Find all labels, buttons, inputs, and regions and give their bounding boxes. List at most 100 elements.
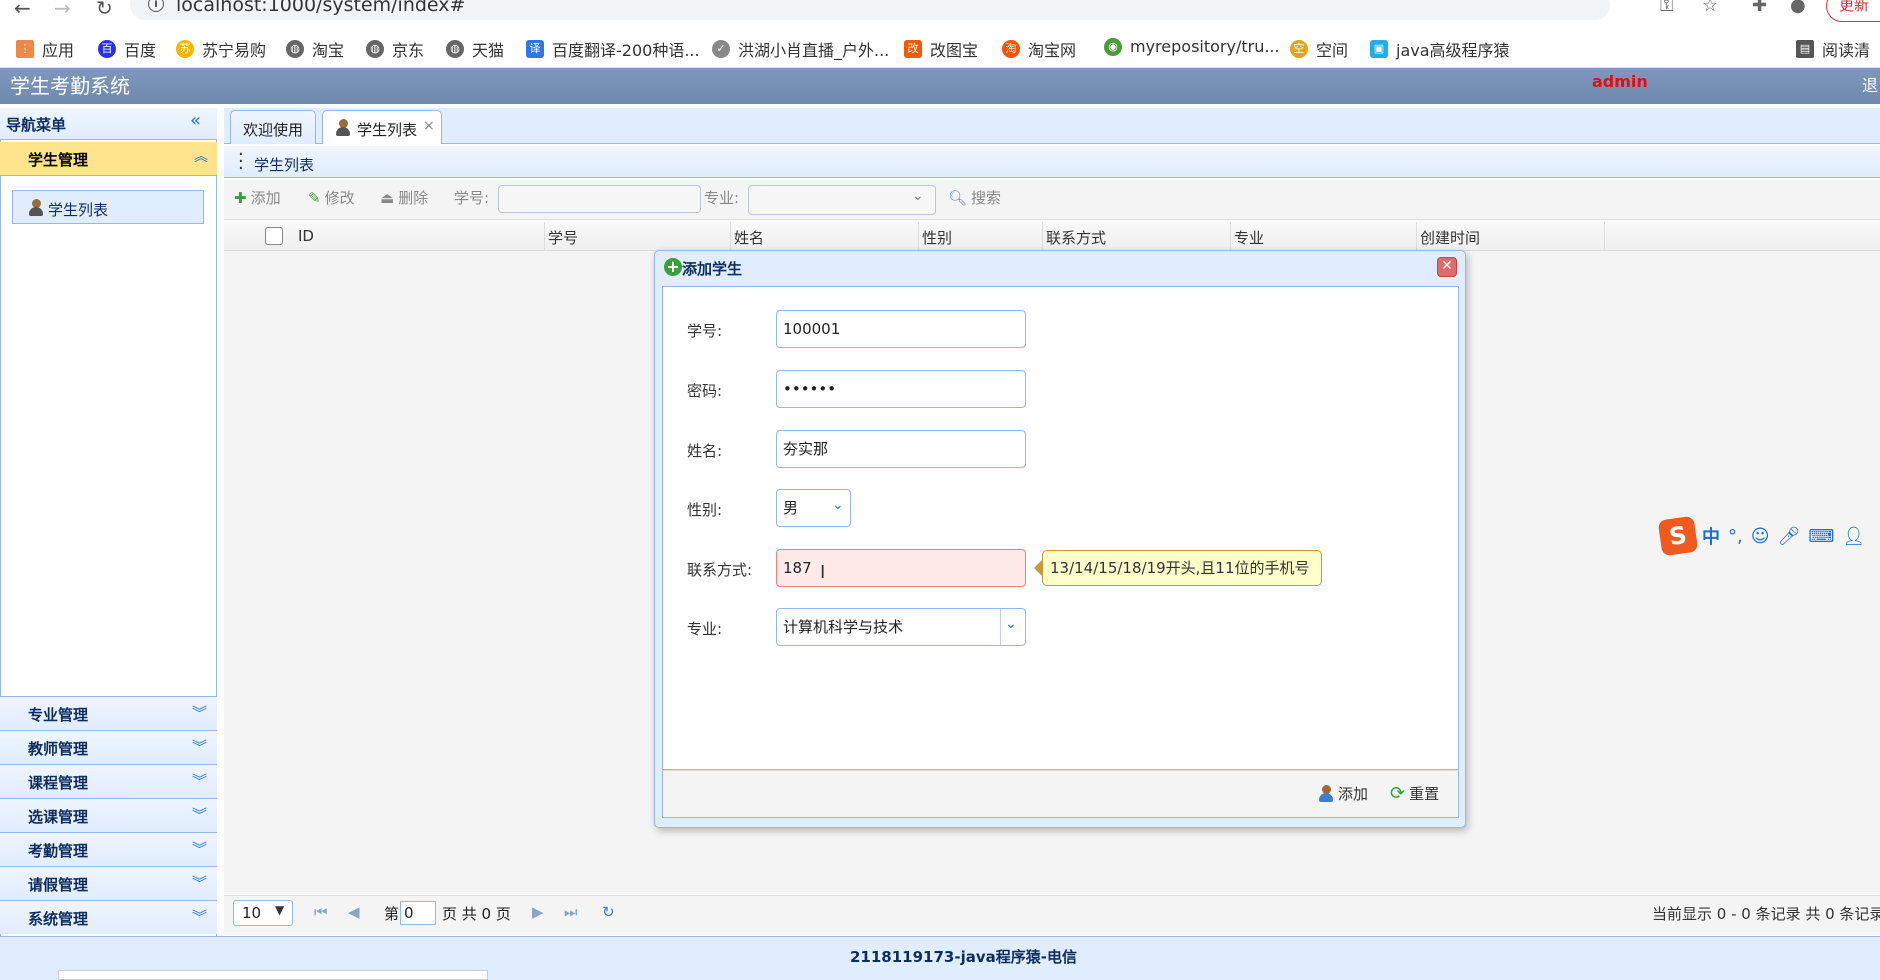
update-button[interactable]: 更新	[1826, 0, 1880, 22]
keyboard-icon[interactable]: ⌨	[1808, 526, 1834, 547]
bookmark-baidu[interactable]: 百百度	[98, 37, 156, 61]
extensions-icon[interactable]: ✚	[1752, 0, 1767, 16]
chevron-down-icon[interactable]: ︾	[192, 838, 207, 859]
user-icon[interactable]: 👤︎	[1842, 526, 1865, 547]
key-icon[interactable]: ⚿	[1660, 0, 1674, 16]
column-header-gender[interactable]: 性别	[922, 227, 952, 248]
select-all-checkbox[interactable]	[265, 227, 283, 245]
reload-icon[interactable]: ↻	[96, 0, 113, 20]
bookmark-suning[interactable]: 苏苏宁易购	[176, 37, 266, 61]
password-input[interactable]: ••••••	[776, 370, 1026, 408]
sogou-logo-icon[interactable]: S	[1657, 515, 1699, 557]
bookmark-jd[interactable]: ◍ 京东	[366, 37, 424, 61]
globe-icon: ◍	[366, 40, 384, 58]
search-button[interactable]: 🔍︎ 搜索	[948, 187, 1001, 208]
bookmark-live[interactable]: ✓ 洪湖小肖直播_户外...	[712, 37, 889, 61]
phone-input[interactable]: 187	[776, 549, 1026, 587]
prev-page-icon[interactable]: ◀	[348, 903, 360, 921]
logout-link[interactable]: 退	[1862, 72, 1878, 96]
tab-welcome[interactable]: 欢迎使用	[230, 110, 316, 144]
column-header-sn[interactable]: 学号	[548, 227, 578, 248]
space-icon: 空	[1290, 40, 1308, 58]
search-icon: 🔍︎	[948, 188, 968, 207]
chevron-up-icon[interactable]: ︽	[194, 146, 208, 166]
first-page-icon[interactable]: ⏮	[314, 903, 328, 921]
collapse-icon[interactable]: «	[190, 110, 201, 131]
dialog-add-button[interactable]: 添加	[1318, 783, 1368, 804]
delete-button[interactable]: ⏏ 删除	[380, 187, 428, 208]
bookmark-taobao[interactable]: ◍ 淘宝	[286, 37, 344, 61]
search-sn-input[interactable]	[498, 185, 701, 213]
chevron-down-icon[interactable]: ⌄	[1005, 616, 1017, 632]
column-header-major[interactable]: 专业	[1234, 227, 1264, 248]
url-text[interactable]: localhost:1000/system/index#	[176, 0, 465, 16]
bookmark-gaitubao[interactable]: 改改图宝	[904, 37, 978, 61]
column-header-id[interactable]: ID	[298, 227, 314, 245]
microphone-icon[interactable]: 🎤︎	[1778, 526, 1801, 547]
pager-info: 当前显示 0 - 0 条记录 共 0 条记录	[1652, 905, 1880, 923]
bookmark-space[interactable]: 空空间	[1290, 37, 1348, 61]
accordion-teacher-management[interactable]: 教师管理 ︾	[0, 730, 217, 764]
chevron-down-icon[interactable]: ︾	[192, 906, 207, 927]
close-icon[interactable]: ✕	[1437, 257, 1457, 277]
translate-icon: 译	[526, 40, 544, 58]
taskbar-window[interactable]	[58, 970, 488, 980]
app-title: 学生考勤系统	[10, 74, 130, 98]
search-sn-label: 学号:	[454, 189, 490, 207]
chevron-down-icon[interactable]: ⌄	[832, 497, 844, 513]
forward-icon[interactable]: →	[54, 0, 71, 20]
accordion-system-management[interactable]: 系统管理 ︾	[0, 900, 217, 934]
bookmarks-bar: ⋮ 应用 百百度 苏苏宁易购 ◍ 淘宝 ◍ 京东 ◍ 天猫 译百度翻译-200种语...…	[0, 28, 1880, 68]
column-header-created[interactable]: 创建时间	[1420, 227, 1480, 248]
refresh-icon[interactable]: ↻	[602, 903, 615, 921]
taobao-icon: 淘	[1002, 40, 1020, 58]
accordion-leave-management[interactable]: 请假管理 ︾	[0, 866, 217, 900]
chevron-down-icon[interactable]: ︾	[192, 804, 207, 825]
bookmark-tmall[interactable]: ◍ 天猫	[446, 37, 504, 61]
close-icon[interactable]: ×	[423, 118, 435, 134]
ime-mode[interactable]: 中	[1702, 523, 1720, 549]
back-icon[interactable]: ←	[14, 0, 31, 20]
major-select[interactable]: 计算机科学与技术	[776, 608, 1026, 646]
accordion-course-management[interactable]: 课程管理 ︾	[0, 764, 217, 798]
chevron-down-icon[interactable]: ︾	[192, 872, 207, 893]
add-button[interactable]: ✚ 添加	[234, 187, 281, 208]
punctuation-icon[interactable]: °,	[1728, 526, 1743, 547]
chevron-down-icon[interactable]: ⌄	[912, 188, 924, 204]
bookmark-java[interactable]: ▣ java高级程序猿	[1370, 37, 1510, 61]
accordion-selection-management[interactable]: 选课管理 ︾	[0, 798, 217, 832]
ime-toolbar[interactable]: S 中 °, ☺ 🎤︎ ⌨ 👤︎	[1657, 515, 1880, 557]
search-major-label: 专业:	[704, 189, 740, 207]
column-header-name[interactable]: 姓名	[734, 227, 764, 248]
star-icon[interactable]: ☆	[1702, 0, 1718, 16]
bookmark-apps[interactable]: ⋮ 应用	[16, 37, 74, 61]
column-header-phone[interactable]: 联系方式	[1046, 227, 1106, 248]
accordion-major-management[interactable]: 专业管理 ︾	[0, 696, 217, 730]
profile-icon[interactable]: ●	[1790, 0, 1806, 16]
page-number-input[interactable]: 0	[400, 901, 436, 925]
name-input[interactable]: 夯实那	[776, 430, 1026, 468]
sn-input[interactable]: 100001	[776, 310, 1026, 348]
bookmark-repository[interactable]: ◉ myrepository/tru...	[1104, 37, 1280, 56]
major-filter-select[interactable]	[748, 185, 936, 215]
emoji-icon[interactable]: ☺	[1751, 526, 1770, 547]
phone-label: 联系方式:	[687, 561, 753, 579]
pencil-icon: ✎	[308, 188, 321, 207]
accordion-attendance-management[interactable]: 考勤管理 ︾	[0, 832, 217, 866]
major-label: 专业:	[687, 620, 723, 638]
chevron-down-icon[interactable]: ︾	[192, 702, 207, 723]
next-page-icon[interactable]: ▶	[532, 903, 544, 921]
bookmark-baidu-translate[interactable]: 译百度翻译-200种语...	[526, 37, 700, 61]
last-page-icon[interactable]: ⏭	[564, 903, 578, 921]
user-icon	[335, 119, 351, 137]
bookmark-taobao-net[interactable]: 淘淘宝网	[1002, 37, 1076, 61]
dialog-reset-button[interactable]: ⟳ 重置	[1390, 783, 1439, 804]
chevron-down-icon[interactable]: ︾	[192, 770, 207, 791]
edit-button[interactable]: ✎ 修改	[308, 187, 355, 208]
chevron-down-icon[interactable]: ︾	[192, 736, 207, 757]
column-divider	[1042, 222, 1043, 250]
text-cursor-icon: I	[820, 562, 826, 583]
chevron-down-icon[interactable]: ▼	[275, 903, 284, 917]
reading-list[interactable]: ▤ 阅读清	[1796, 37, 1870, 61]
tab-student-list[interactable]: 学生列表 ×	[322, 110, 442, 144]
